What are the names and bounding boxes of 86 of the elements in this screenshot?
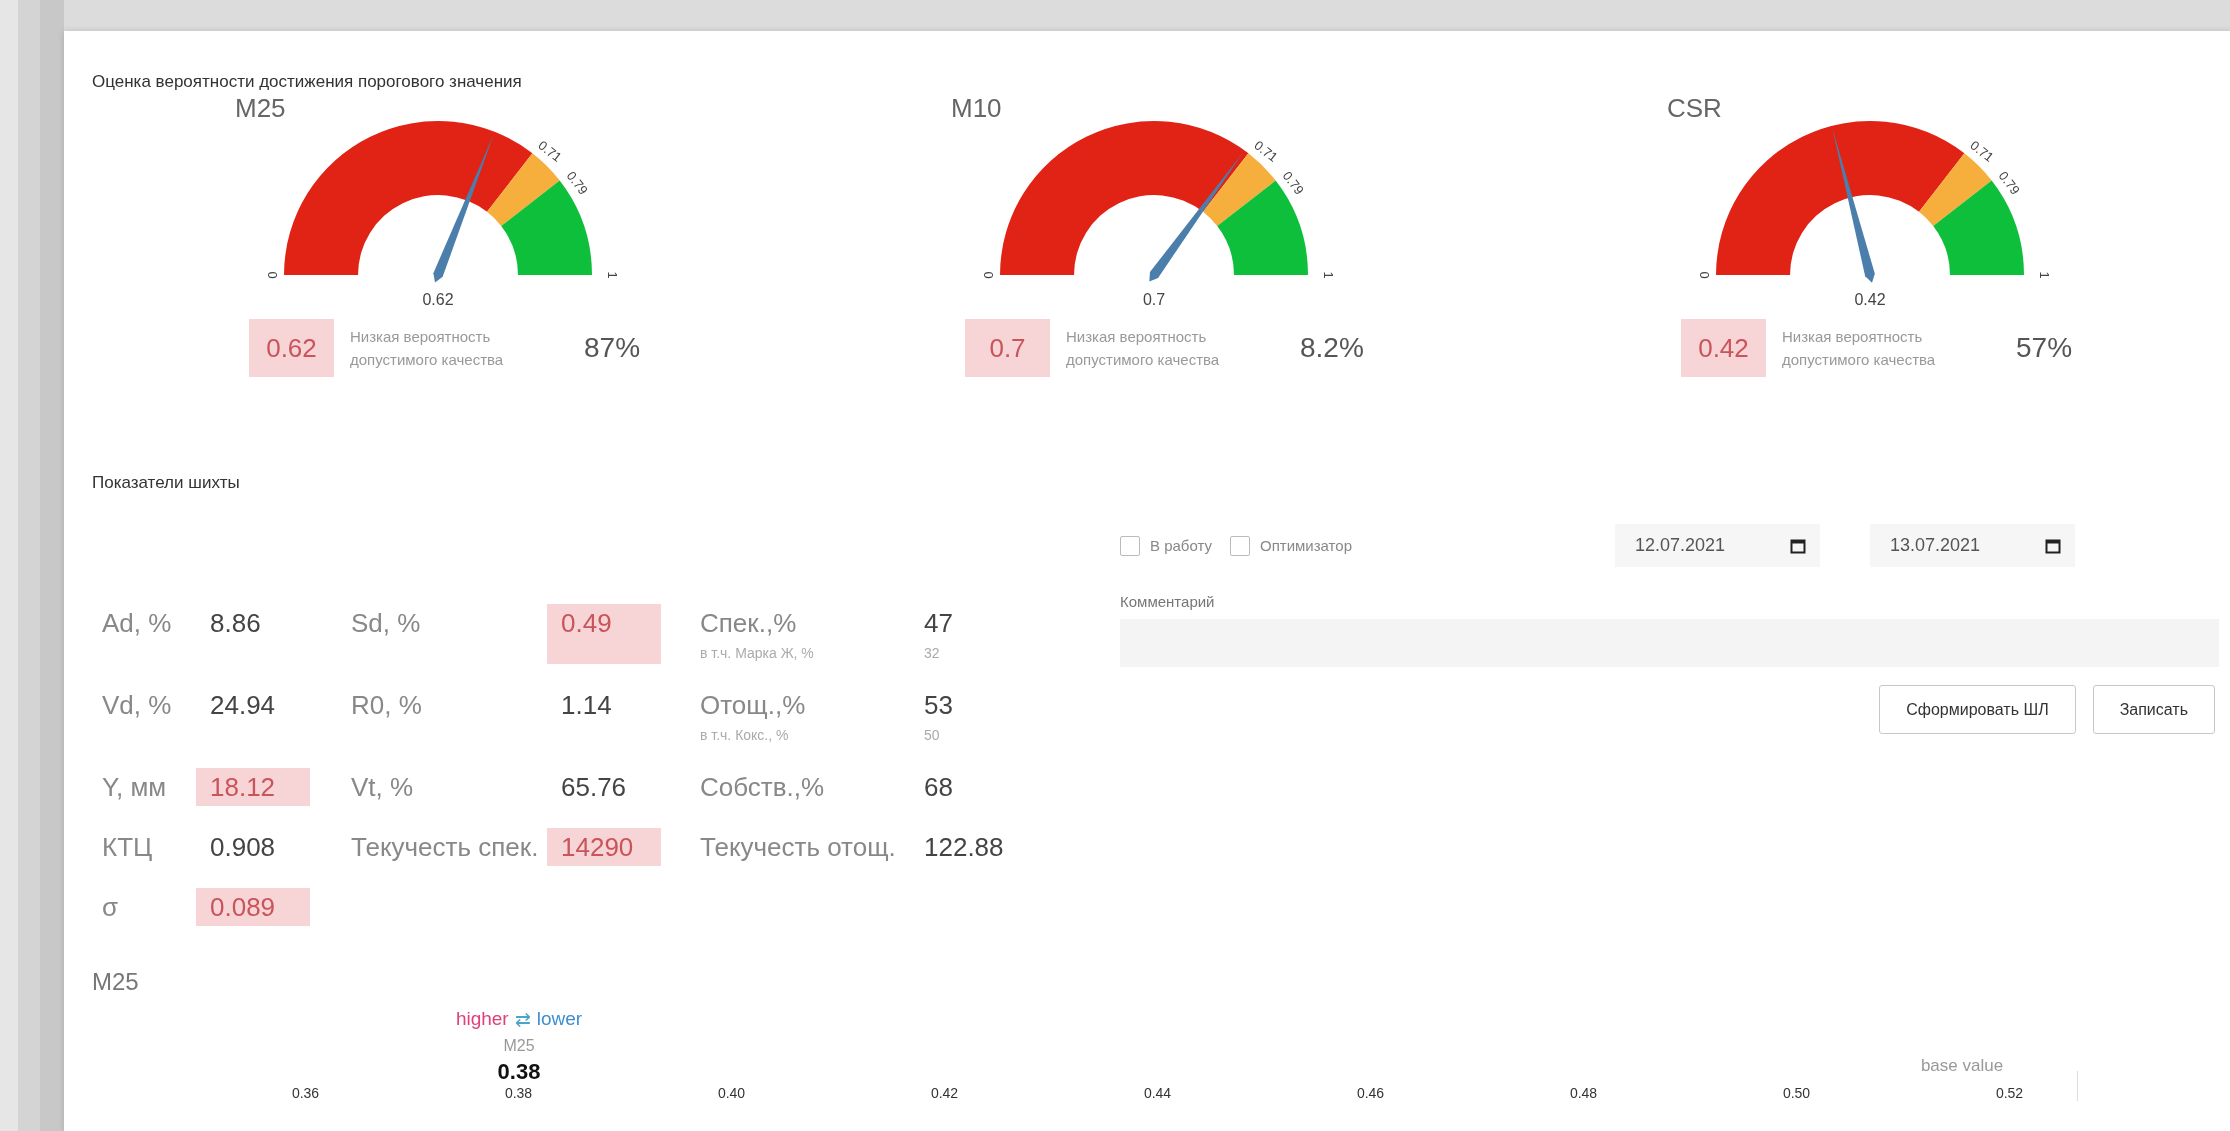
- axis-tick-label: 0.50: [1782, 1085, 1811, 1101]
- gauge-tick-label: 0.79: [563, 168, 591, 198]
- percent-value: 57%: [2016, 332, 2073, 364]
- gauge-value-label: 0.42: [1854, 291, 1886, 308]
- indicator-label: σ: [102, 892, 119, 922]
- gauge-title: M10: [951, 93, 1002, 123]
- axis-tick-label: 0.36: [291, 1085, 320, 1101]
- indicator-label: Vd, %: [102, 690, 172, 720]
- percent-value: 87%: [584, 332, 641, 364]
- gauge-value-label: 0.62: [422, 291, 454, 308]
- indicator-value: 0.089: [196, 888, 310, 926]
- gauge-description: Низкая вероятность допустимого качества: [350, 327, 505, 370]
- indicator-subvalue: 50: [924, 726, 940, 745]
- indicator-value: 8.86: [209, 607, 262, 640]
- legend-label: higher: [455, 1008, 509, 1031]
- gauge-description: Низкая вероятность допустимого качества: [1066, 327, 1221, 370]
- indicator-label: КТЦ: [102, 832, 153, 862]
- indicator-label: R0, %: [351, 690, 422, 720]
- score-value: 0.42: [1681, 319, 1766, 377]
- gauge-tick-label: 1: [1321, 271, 1336, 279]
- indicator-value: 0.908: [209, 831, 277, 864]
- checkbox-label[interactable]: Оптимизатор: [1260, 537, 1352, 554]
- gauge-description: Низкая вероятность допустимого качества: [1782, 327, 1937, 370]
- indicator-label: Ad, %: [102, 608, 172, 638]
- indicator-value: 47: [924, 607, 953, 640]
- axis-tick-label: 0.48: [1569, 1085, 1598, 1101]
- axis-tick-label: 0.38: [504, 1085, 533, 1101]
- axis-tick-label: 0.52: [1995, 1085, 2024, 1101]
- score-value: 0.62: [249, 319, 334, 377]
- calendar-icon[interactable]: [2045, 537, 2061, 554]
- section-title: Оценка вероятности достижения порогового значения: [92, 71, 522, 93]
- date-field[interactable]: 12.07.2021: [1615, 524, 1820, 567]
- field-label: Комментарий: [1120, 593, 1215, 610]
- plot-title: M25: [92, 968, 139, 996]
- output-value: 0.38: [497, 1059, 541, 1085]
- gauge-tick-label: 0.71: [1967, 137, 1997, 165]
- gauge-tick-label: 0: [981, 271, 996, 279]
- gauge-tick-label: 1: [2037, 271, 2052, 279]
- section-title: Показатели шихты: [92, 472, 240, 494]
- score-value: 0.7: [965, 319, 1050, 377]
- indicator-value: 0.49: [547, 604, 661, 664]
- indicator-value: 18.12: [196, 768, 310, 806]
- gauge-tick-label: 0: [1697, 271, 1712, 279]
- gauge-value-label: 0.7: [1142, 291, 1166, 308]
- checkbox[interactable]: [1230, 535, 1250, 556]
- base-value-label: base value: [1919, 1056, 2005, 1076]
- indicator-sublabel: в т.ч. Марка Ж, %: [700, 644, 814, 663]
- indicator-sublabel: в т.ч. Кокс., %: [700, 726, 789, 745]
- gauge-tick-label: 1: [605, 271, 620, 279]
- indicator-label: Текучесть отощ.: [700, 832, 896, 862]
- gauge-tick-label: 0.71: [1251, 137, 1281, 165]
- indicator-value: 14290: [547, 828, 661, 866]
- calendar-icon[interactable]: [1790, 537, 1806, 554]
- gauge-tick-label: 0.71: [535, 137, 565, 165]
- action-button[interactable]: Сформировать ШЛ: [1879, 685, 2076, 734]
- indicator-value: 68: [923, 771, 954, 804]
- indicator-label: Текучесть спек.: [351, 832, 539, 862]
- gauge-tick-label: 0.79: [1995, 168, 2023, 198]
- legend-label: lower: [536, 1008, 583, 1031]
- gauge-title: CSR: [1667, 93, 1722, 123]
- indicator-label: Vt, %: [351, 772, 414, 802]
- indicator-label: Отощ.,%: [700, 689, 806, 722]
- indicator-value: 1.14: [560, 689, 613, 722]
- swap-arrow-icon: ⇄: [514, 1008, 531, 1031]
- indicator-subvalue: 32: [924, 644, 940, 663]
- indicator-label: Y, мм: [102, 772, 167, 802]
- gauge-tick-label: 0.79: [1279, 168, 1307, 198]
- gauge-title: M25: [235, 93, 286, 123]
- indicator-label: Спек.,%: [700, 607, 797, 640]
- axis-tick-label: 0.46: [1356, 1085, 1385, 1101]
- indicator-label: Собств.,%: [700, 772, 825, 802]
- indicator-value: 24.94: [209, 689, 277, 722]
- axis-tick-label: 0.42: [930, 1085, 959, 1101]
- indicator-value: 53: [924, 689, 953, 722]
- action-button[interactable]: Записать: [2092, 685, 2215, 734]
- output-name: M25: [503, 1037, 535, 1055]
- indicator-label: Sd, %: [351, 608, 421, 638]
- indicator-value: 65.76: [560, 771, 628, 804]
- percent-value: 8.2%: [1300, 332, 1364, 364]
- gauge-tick-label: 0: [265, 271, 280, 279]
- axis-tick-label: 0.40: [717, 1085, 746, 1101]
- axis-tick-label: 0.44: [1143, 1085, 1172, 1101]
- checkbox[interactable]: [1120, 535, 1140, 556]
- checkbox-label[interactable]: В работу: [1150, 537, 1212, 554]
- indicator-value: 122.88: [923, 831, 1005, 864]
- date-field[interactable]: 13.07.2021: [1870, 524, 2075, 567]
